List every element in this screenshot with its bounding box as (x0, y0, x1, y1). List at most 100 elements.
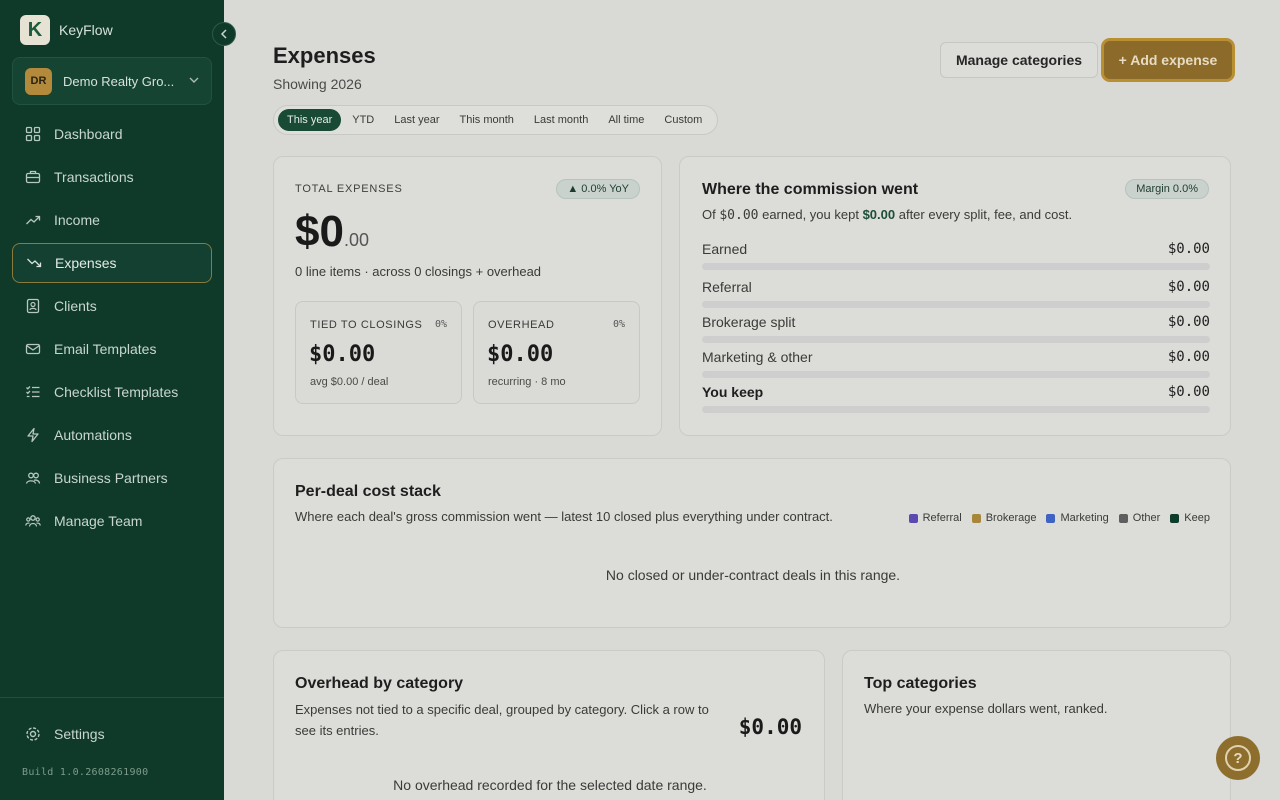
range-tab-this-year[interactable]: This year (278, 109, 342, 131)
overhead-category-title: Overhead by category (295, 675, 464, 692)
date-range-tabs: This year YTD Last year This month Last mont… (273, 105, 719, 135)
margin-badge: Margin 0.0% (1125, 179, 1209, 199)
range-tab-last-month[interactable]: Last month (525, 109, 597, 131)
help-button[interactable]: ? (1216, 736, 1260, 780)
legend-item-referral: Referral (908, 512, 962, 524)
range-tab-this-month[interactable]: This month (451, 109, 523, 131)
desc-earned: $0.00 (719, 208, 759, 223)
sidebar-nav: Dashboard Transactions Income Expenses Clien… (12, 114, 212, 544)
main-content: Expenses Showing 2026 Manage categories … (224, 0, 1280, 800)
sidebar-item-label: Dashboard (54, 126, 123, 142)
org-avatar: DR (25, 67, 52, 95)
legend-label: Brokerage (985, 512, 1037, 524)
legend-label: Marketing (1060, 512, 1109, 524)
legend-item-marketing: Marketing (1046, 512, 1109, 524)
sidebar-item-manage-team[interactable]: Manage Team (12, 501, 212, 541)
commission-description: Of $0.00 earned, you kept $0.00 after ev… (702, 207, 1072, 223)
legend-item-other: Other (1118, 512, 1160, 524)
bolt-icon (24, 426, 42, 444)
sidebar-item-label: Clients (54, 298, 97, 314)
sidebar-item-email-templates[interactable]: Email Templates (12, 329, 212, 369)
sidebar-item-checklist-templates[interactable]: Checklist Templates (12, 372, 212, 412)
sidebar-item-label: Income (54, 212, 100, 228)
sidebar-item-business-partners[interactable]: Business Partners (12, 458, 212, 498)
top-categories-card: Top categories Where your expense dollar… (842, 650, 1231, 800)
total-amount-cents: .00 (343, 230, 369, 250)
total-expenses-label: TOTAL EXPENSES (295, 183, 403, 195)
commission-card: Where the commission went Margin 0.0% Of… (679, 156, 1231, 436)
users-icon (24, 469, 42, 487)
overhead-percent: 0% (612, 319, 625, 330)
page-subtitle: Showing 2026 (273, 76, 362, 92)
commission-row-bar (702, 406, 1210, 413)
sidebar-item-label: Email Templates (54, 341, 157, 357)
yoy-badge: ▲ 0.0% YoY (556, 179, 640, 199)
desc-suffix: after every split, fee, and cost. (895, 207, 1073, 222)
manage-categories-button[interactable]: Manage categories (940, 42, 1098, 78)
overhead-by-category-card: Overhead by category Expenses not tied t… (273, 650, 825, 800)
overhead-summary-card: OVERHEAD 0% $0.00 recurring · 8 mo (473, 301, 640, 404)
legend-swatch (971, 513, 981, 523)
sidebar-item-label: Checklist Templates (54, 384, 179, 400)
sidebar-item-dashboard[interactable]: Dashboard (12, 114, 212, 154)
tied-percent: 0% (434, 319, 447, 330)
range-tab-custom[interactable]: Custom (655, 109, 711, 131)
chevron-down-icon (189, 74, 199, 88)
team-icon (24, 512, 42, 530)
sidebar-item-expenses[interactable]: Expenses (12, 243, 212, 283)
commission-row-value: $0.00 (1167, 241, 1210, 257)
settings-label: Settings (54, 726, 105, 742)
overhead-amount: $0.00 (487, 342, 554, 367)
top-categories-title: Top categories (864, 675, 977, 692)
sidebar-item-settings[interactable]: Settings (24, 725, 105, 743)
overhead-category-amount: $0.00 (738, 715, 802, 739)
tied-note: avg $0.00 / deal (310, 376, 389, 388)
per-deal-empty-state: No closed or under-contract deals in thi… (605, 567, 901, 583)
commission-row-bar (702, 301, 1210, 308)
briefcase-icon (24, 168, 42, 186)
total-expenses-description: 0 line items · across 0 closings + overh… (295, 264, 542, 279)
checklist-icon (24, 383, 42, 401)
commission-row-label: Earned (702, 241, 748, 257)
tied-label: TIED TO CLOSINGS (310, 319, 423, 331)
build-version: Build 1.0.2608261900 (22, 767, 149, 778)
collapse-sidebar-button[interactable] (212, 22, 236, 46)
org-switcher[interactable]: DR Demo Realty Gro... (12, 57, 212, 105)
commission-row-value: $0.00 (1167, 279, 1210, 295)
desc-mid: earned, you kept (758, 207, 863, 222)
grid-icon (24, 125, 42, 143)
overhead-empty-state: No overhead recorded for the selected da… (393, 777, 707, 793)
trend-down-icon (25, 254, 43, 272)
sidebar-item-income[interactable]: Income (12, 200, 212, 240)
sidebar-item-transactions[interactable]: Transactions (12, 157, 212, 197)
commission-row-value: $0.00 (1167, 384, 1210, 400)
top-categories-description: Where your expense dollars went, ranked. (864, 701, 1108, 716)
commission-row-bar (702, 263, 1210, 270)
overhead-category-description: Expenses not tied to a specific deal, gr… (295, 702, 709, 738)
commission-row-label: You keep (702, 384, 764, 400)
mail-icon (24, 340, 42, 358)
sidebar-item-clients[interactable]: Clients (12, 286, 212, 326)
chevron-left-icon (220, 29, 227, 39)
commission-row-value: $0.00 (1167, 314, 1210, 330)
sidebar-item-label: Manage Team (54, 513, 143, 529)
total-amount-whole: $0 (295, 207, 344, 256)
range-tab-ytd[interactable]: YTD (343, 109, 383, 131)
legend-item-keep: Keep (1170, 512, 1210, 524)
app-logo: K (20, 15, 50, 45)
per-deal-description: Where each deal's gross commission went … (295, 509, 833, 524)
legend-swatch (1046, 513, 1056, 523)
sidebar-item-automations[interactable]: Automations (12, 415, 212, 455)
org-name: Demo Realty Gro... (63, 73, 175, 89)
desc-kept: $0.00 (862, 207, 896, 222)
legend-label: Keep (1184, 512, 1210, 524)
tied-to-closings-card: TIED TO CLOSINGS 0% $0.00 avg $0.00 / de… (295, 301, 462, 404)
sidebar-item-label: Automations (54, 427, 132, 443)
total-expenses-amount: $0.00 (295, 207, 369, 257)
help-icon: ? (1225, 745, 1251, 771)
range-tab-all-time[interactable]: All time (599, 109, 653, 131)
add-expense-button[interactable]: + Add expense (1104, 41, 1232, 79)
brand[interactable]: K KeyFlow (20, 15, 113, 45)
trend-up-icon (24, 211, 42, 229)
range-tab-last-year[interactable]: Last year (385, 109, 448, 131)
